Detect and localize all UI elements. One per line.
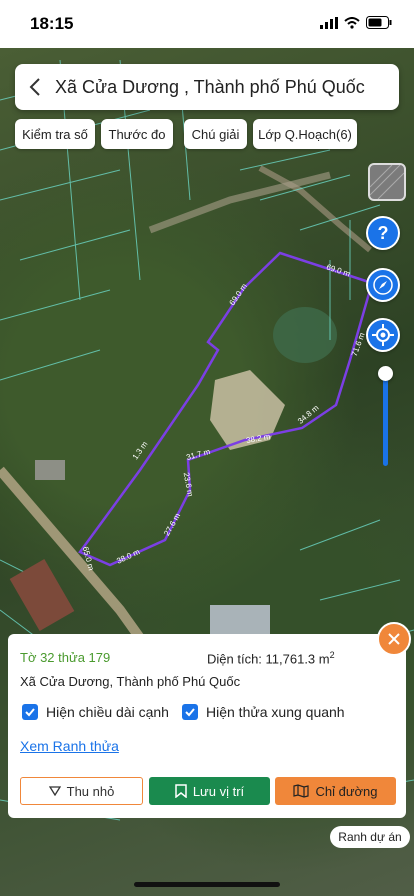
back-button[interactable] (15, 64, 55, 110)
legend-chip[interactable]: Chú giải (184, 119, 247, 149)
directions-button[interactable]: Chỉ đường (275, 777, 396, 805)
collapse-button[interactable]: Thu nhỏ (20, 777, 143, 805)
wifi-icon (344, 16, 360, 29)
area-unit-sup: 2 (329, 650, 335, 660)
close-icon (388, 633, 400, 645)
svg-text:?: ? (378, 223, 389, 243)
location-search-bar[interactable]: Xã Cửa Dương , Thành phố Phú Quốc (15, 64, 399, 110)
save-location-button[interactable]: Lưu vị trí (149, 777, 270, 805)
home-indicator (134, 882, 280, 887)
help-icon: ? (368, 218, 398, 248)
show-neighbors-checkbox[interactable]: Hiện thửa xung quanh (182, 704, 345, 720)
checkbox-checked-icon (22, 704, 38, 720)
bookmark-icon (175, 784, 187, 798)
ruler-chip[interactable]: Thước đo (101, 119, 173, 149)
map-layer-button[interactable] (368, 163, 406, 201)
triangle-down-icon (48, 786, 61, 796)
location-title: Xã Cửa Dương , Thành phố Phú Quốc (55, 76, 365, 97)
help-button[interactable]: ? (366, 216, 400, 250)
map-icon (293, 784, 310, 798)
layers-icon (369, 164, 405, 200)
checkbox-checked-icon (182, 704, 198, 720)
parcel-area: Diện tích: 11,761.3 m2 (207, 650, 335, 666)
parcel-id: Tờ 32 thửa 179 (20, 650, 111, 665)
opacity-slider-track[interactable] (383, 370, 388, 466)
parcel-info-panel: Tờ 32 thửa 179 Diện tích: 11,761.3 m2 Xã… (8, 634, 406, 818)
signal-icon (320, 16, 338, 29)
check-number-chip[interactable]: Kiểm tra số (15, 119, 95, 149)
view-boundary-link[interactable]: Xem Ranh thửa (20, 738, 119, 754)
opacity-slider-handle[interactable] (378, 366, 393, 381)
project-boundary-button[interactable]: Ranh dự án (330, 826, 410, 848)
status-icons (320, 16, 392, 29)
compass-button[interactable] (366, 268, 400, 302)
show-edge-length-checkbox[interactable]: Hiện chiều dài cạnh (22, 704, 169, 720)
planning-layer-chip[interactable]: Lớp Q.Hoạch(6) (253, 119, 357, 149)
battery-icon (366, 16, 392, 29)
directions-label: Chỉ đường (315, 783, 378, 799)
show-neighbors-label: Hiện thửa xung quanh (206, 704, 345, 720)
parcel-area-label: Diện tích: 11,761.3 m (207, 651, 330, 667)
status-time: 18:15 (30, 14, 74, 33)
locate-icon (368, 320, 398, 350)
parcel-address: Xã Cửa Dương, Thành phố Phú Quốc (20, 674, 241, 689)
compass-icon (368, 270, 398, 300)
collapse-label: Thu nhỏ (66, 783, 115, 799)
show-edge-length-label: Hiện chiều dài cạnh (46, 704, 169, 720)
chevron-left-icon (29, 78, 40, 96)
close-panel-button[interactable] (377, 622, 411, 656)
locate-button[interactable] (366, 318, 400, 352)
status-bar: 18:15 (0, 0, 414, 48)
save-location-label: Lưu vị trí (192, 783, 245, 799)
